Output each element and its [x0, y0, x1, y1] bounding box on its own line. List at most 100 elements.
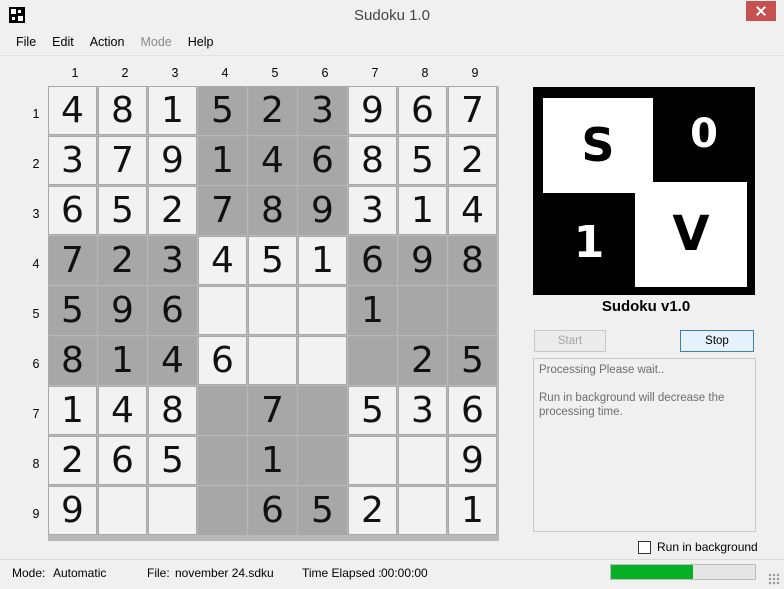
sudoku-cell[interactable]: 7 [48, 236, 97, 285]
menu-help[interactable]: Help [180, 33, 222, 53]
sudoku-cell[interactable]: 4 [448, 186, 497, 235]
sudoku-cell[interactable]: 5 [98, 186, 147, 235]
menu-action[interactable]: Action [82, 33, 133, 53]
menu-edit[interactable]: Edit [44, 33, 82, 53]
sudoku-cell[interactable]: 3 [48, 136, 97, 185]
sudoku-cell[interactable]: 6 [198, 336, 247, 385]
sudoku-cell[interactable]: 1 [98, 336, 147, 385]
sudoku-cell[interactable] [148, 486, 197, 535]
sudoku-cell[interactable]: 8 [98, 86, 147, 135]
sudoku-cell[interactable]: 2 [148, 186, 197, 235]
sudoku-cell[interactable] [298, 386, 347, 435]
sudoku-cell[interactable] [448, 286, 497, 335]
row-label: 6 [32, 357, 40, 371]
menu-file[interactable]: File [8, 33, 44, 53]
sudoku-cell[interactable]: 5 [448, 336, 497, 385]
column-label: 6 [321, 66, 329, 80]
sudoku-cell[interactable]: 9 [398, 236, 447, 285]
logo-tile-1: 1 [543, 193, 635, 293]
sudoku-cell[interactable]: 6 [248, 486, 297, 535]
sudoku-cell[interactable] [298, 336, 347, 385]
sudoku-cell[interactable]: 3 [298, 86, 347, 135]
sudoku-cell[interactable] [298, 286, 347, 335]
sudoku-cell[interactable]: 5 [398, 136, 447, 185]
sudoku-cell[interactable]: 2 [448, 136, 497, 185]
sudoku-cell[interactable]: 1 [48, 386, 97, 435]
sudoku-cell[interactable]: 1 [198, 136, 247, 185]
sudoku-cell[interactable] [248, 336, 297, 385]
sudoku-cell[interactable] [248, 286, 297, 335]
sudoku-cell[interactable]: 2 [98, 236, 147, 285]
sudoku-cell[interactable] [298, 436, 347, 485]
sudoku-cell[interactable]: 9 [48, 486, 97, 535]
sudoku-cell[interactable]: 7 [248, 386, 297, 435]
sudoku-cell[interactable] [198, 486, 247, 535]
sudoku-cell[interactable]: 3 [348, 186, 397, 235]
title-bar: Sudoku 1.0 [0, 0, 784, 30]
processing-log[interactable]: Processing Please wait.. Run in backgrou… [533, 358, 756, 532]
sudoku-cell[interactable]: 8 [48, 336, 97, 385]
sudoku-cell[interactable]: 6 [398, 86, 447, 135]
run-in-background-checkbox[interactable] [638, 540, 651, 554]
sudoku-cell[interactable] [398, 486, 447, 535]
close-window-button[interactable] [746, 1, 776, 21]
sudoku-cell[interactable]: 2 [48, 436, 97, 485]
sudoku-cell[interactable]: 5 [48, 286, 97, 335]
sudoku-cell[interactable]: 8 [448, 236, 497, 285]
sudoku-cell[interactable]: 9 [448, 436, 497, 485]
sudoku-cell[interactable]: 6 [298, 136, 347, 185]
sudoku-cell[interactable]: 6 [448, 386, 497, 435]
sudoku-cell[interactable]: 5 [298, 486, 347, 535]
sudoku-cell[interactable]: 1 [448, 486, 497, 535]
column-label: 9 [471, 66, 479, 80]
sudoku-cell[interactable]: 4 [198, 236, 247, 285]
sudoku-cell[interactable]: 8 [148, 386, 197, 435]
sudoku-cell[interactable]: 9 [348, 86, 397, 135]
stop-button[interactable]: Stop [680, 330, 754, 352]
sudoku-cell[interactable] [348, 336, 397, 385]
sudoku-cell[interactable]: 5 [248, 236, 297, 285]
sudoku-cell[interactable]: 4 [48, 86, 97, 135]
sudoku-cell[interactable] [348, 436, 397, 485]
sudoku-cell[interactable]: 6 [98, 436, 147, 485]
sudoku-cell[interactable]: 7 [98, 136, 147, 185]
sudoku-cell[interactable]: 9 [298, 186, 347, 235]
sudoku-cell[interactable]: 6 [48, 186, 97, 235]
sudoku-cell[interactable]: 6 [148, 286, 197, 335]
sudoku-cell[interactable]: 3 [148, 236, 197, 285]
sudoku-cell[interactable] [98, 486, 147, 535]
sudoku-cell[interactable]: 5 [148, 436, 197, 485]
sudoku-cell[interactable]: 5 [198, 86, 247, 135]
sudoku-cell[interactable]: 2 [398, 336, 447, 385]
sudoku-cell[interactable]: 4 [248, 136, 297, 185]
sudoku-cell[interactable]: 7 [198, 186, 247, 235]
column-label: 8 [421, 66, 429, 80]
sudoku-cell[interactable]: 8 [248, 186, 297, 235]
sudoku-cell[interactable]: 6 [348, 236, 397, 285]
sudoku-cell[interactable]: 4 [148, 336, 197, 385]
sudoku-cell[interactable]: 1 [398, 186, 447, 235]
sudoku-cell[interactable] [198, 436, 247, 485]
sudoku-cell[interactable] [398, 436, 447, 485]
sudoku-cell[interactable]: 1 [248, 436, 297, 485]
sudoku-cell[interactable]: 1 [298, 236, 347, 285]
sudoku-cell[interactable]: 4 [98, 386, 147, 435]
sudoku-cell[interactable] [398, 286, 447, 335]
start-button[interactable]: Start [534, 330, 606, 352]
sudoku-cell[interactable]: 2 [348, 486, 397, 535]
sudoku-cell[interactable] [198, 286, 247, 335]
run-in-background-label: Run in background [657, 540, 758, 554]
resize-grip-icon[interactable] [768, 573, 780, 585]
sudoku-cell[interactable]: 9 [148, 136, 197, 185]
sudoku-cell[interactable]: 5 [348, 386, 397, 435]
run-in-background-toggle[interactable]: Run in background [638, 540, 758, 554]
sudoku-cell[interactable]: 9 [98, 286, 147, 335]
sudoku-cell[interactable]: 3 [398, 386, 447, 435]
sudoku-cell[interactable]: 2 [248, 86, 297, 135]
sudoku-cell[interactable]: 8 [348, 136, 397, 185]
sudoku-cell[interactable]: 7 [448, 86, 497, 135]
sudoku-cell[interactable] [198, 386, 247, 435]
sudoku-cell[interactable]: 1 [148, 86, 197, 135]
file-value: november 24.sdku [175, 566, 274, 580]
sudoku-cell[interactable]: 1 [348, 286, 397, 335]
